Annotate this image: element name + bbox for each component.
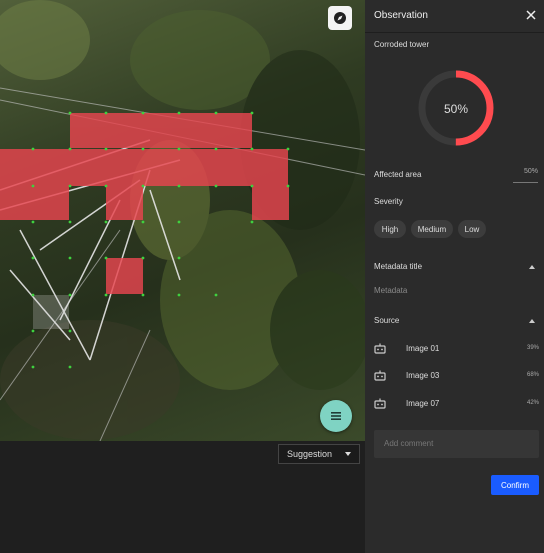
source-name: Image 01 [406, 344, 440, 353]
affected-area-value: 50% [523, 168, 538, 175]
source-percent: 68% [526, 372, 539, 378]
source-percent: 39% [526, 345, 539, 351]
aerial-photo [0, 0, 365, 441]
chevron-down-icon [345, 452, 351, 456]
observation-panel: Observation Corroded tower 50% Affected … [365, 0, 544, 553]
source-label: Source [374, 316, 400, 325]
metadata-field[interactable]: Metadata [374, 286, 407, 295]
compass-icon [334, 12, 346, 24]
severity-chip-medium[interactable]: Medium [411, 220, 453, 238]
robot-icon [374, 398, 386, 409]
suggestion-label: Suggestion [287, 449, 333, 459]
observation-name: Corroded tower [374, 40, 430, 49]
severity-chip-high[interactable]: High [374, 220, 406, 238]
severity-chip-low[interactable]: Low [458, 220, 486, 238]
compass-button[interactable] [328, 6, 352, 30]
suggestion-dropdown[interactable]: Suggestion [278, 444, 360, 464]
chevron-up-icon[interactable] [529, 265, 535, 269]
source-item[interactable]: Image 03 68% [374, 368, 539, 384]
panel-header: Observation [365, 0, 544, 33]
menu-fab-button[interactable] [320, 400, 352, 432]
severity-label: Severity [374, 197, 403, 206]
source-percent: 42% [526, 400, 539, 406]
metadata-title: Metadata title [374, 262, 423, 271]
comment-input[interactable]: Add comment [374, 430, 539, 458]
affected-area-input[interactable]: 50% [513, 168, 538, 183]
source-name: Image 03 [406, 371, 440, 380]
source-item[interactable]: Image 01 39% [374, 341, 539, 357]
chevron-up-icon[interactable] [529, 319, 535, 323]
robot-icon [374, 343, 386, 354]
panel-title: Observation [374, 10, 428, 21]
source-name: Image 07 [406, 399, 440, 408]
gauge-label: 50% [444, 102, 468, 116]
robot-icon [374, 370, 386, 381]
close-icon[interactable] [525, 9, 537, 21]
source-item[interactable]: Image 07 42% [374, 396, 539, 412]
affected-area-label: Affected area [374, 170, 422, 179]
menu-icon [331, 412, 341, 420]
image-viewer[interactable] [0, 0, 365, 441]
confirm-button[interactable]: Confirm [491, 475, 539, 495]
affected-area-gauge: 50% [418, 70, 494, 146]
